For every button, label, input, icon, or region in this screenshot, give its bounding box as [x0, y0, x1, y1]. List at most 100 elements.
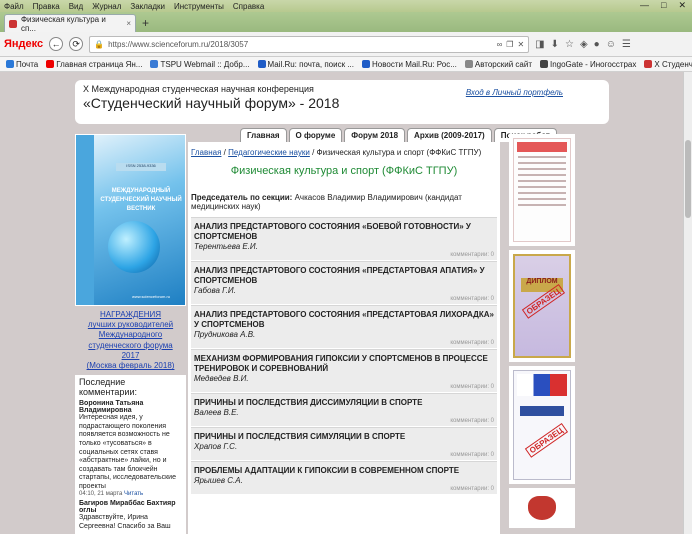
comments-heading: Последние комментарии:: [79, 377, 137, 398]
favicon-icon: [9, 19, 17, 28]
bookmark-item[interactable]: Почта: [6, 60, 38, 69]
maximize-button[interactable]: □: [661, 0, 666, 11]
bookmark-item[interactable]: TSPU Webmail :: Добр...: [150, 60, 250, 69]
close-window-button[interactable]: ✕: [678, 0, 686, 11]
comment-read-link[interactable]: Читать: [124, 491, 143, 497]
url-text: https://www.scienceforum.ru/2018/3057: [108, 39, 249, 49]
certificate-image[interactable]: [509, 134, 575, 246]
article-author: Прудникова А.В.: [194, 330, 256, 339]
article-title-link[interactable]: АНАЛИЗ ПРЕДСТАРТОВОГО СОСТОЯНИЯ «БОЕВОЙ …: [194, 222, 494, 242]
nav-archive[interactable]: Архив (2009-2017): [407, 128, 492, 142]
new-tab-button[interactable]: +: [142, 16, 149, 30]
comment-text: Интересная идея, у подрастающего поколен…: [79, 414, 176, 490]
menu-icon[interactable]: ☰: [622, 39, 631, 50]
emblem-icon: [528, 496, 556, 520]
journal-cover-image[interactable]: ISSN 2538-9336 МЕЖДУНАРОДНЫЙ СТУДЕНЧЕСКИ…: [75, 134, 186, 306]
breadcrumb-category[interactable]: Педагогические науки: [228, 148, 310, 157]
chat-icon[interactable]: ●: [594, 39, 600, 50]
breadcrumb-home[interactable]: Главная: [191, 148, 221, 157]
bookmarks-bar: Почта Главная страница Ян... TSPU Webmai…: [0, 57, 692, 72]
article-title-link[interactable]: ПРИЧИНЫ И ПОСЛЕДСТВИЯ СИМУЛЯЦИИ В СПОРТЕ: [194, 432, 494, 442]
download-icon[interactable]: ⬇: [551, 39, 559, 50]
chair-label: Председатель по секции:: [191, 193, 293, 202]
bookmark-item[interactable]: IngoGate - Иногосстрах: [539, 60, 636, 69]
recent-comments: Последние комментарии: Воронина Татьяна …: [75, 375, 186, 534]
reload-icon[interactable]: ⟳: [69, 37, 84, 51]
extension-icon[interactable]: ◨: [535, 39, 544, 50]
comment-text: Здравствуйте, Ирина Сергеевна! Спасибо з…: [79, 514, 171, 530]
nav-forum-2018[interactable]: Форум 2018: [344, 128, 406, 142]
clear-icon[interactable]: ✕: [517, 40, 524, 49]
list-item: АНАЛИЗ ПРЕДСТАРТОВОГО СОСТОЯНИЯ «ПРЕДСТА…: [191, 261, 497, 304]
bookmark-item[interactable]: Авторский сайт: [464, 60, 532, 69]
menu-tools[interactable]: Инструменты: [174, 2, 224, 11]
letter-image[interactable]: ОБРАЗЕЦ: [509, 366, 575, 484]
article-author: Валеев В.Е.: [194, 408, 239, 417]
awards-link[interactable]: НАГРАЖДЕНИЯ лучших руководителей Междуна…: [75, 310, 186, 372]
cover-issn: ISSN 2538-9336: [116, 163, 166, 171]
bookmark-item[interactable]: Mail.Ru: почта, поиск ...: [257, 60, 354, 69]
page-viewport: X Международная студенческая научная кон…: [0, 72, 683, 534]
article-title-link[interactable]: ПРОБЛЕМЫ АДАПТАЦИИ К ГИПОКСИИ В СОВРЕМЕН…: [194, 466, 494, 476]
article-title-link[interactable]: МЕХАНИЗМ ФОРМИРОВАНИЯ ГИПОКСИИ У СПОРТСМ…: [194, 354, 494, 374]
login-link[interactable]: Вход в Личный портфель: [466, 88, 563, 97]
menu-file[interactable]: Файл: [4, 2, 24, 11]
browser-tab[interactable]: Физическая культура и сп... ×: [4, 14, 136, 33]
scrollbar-thumb[interactable]: [685, 140, 691, 218]
list-item: ПРИЧИНЫ И ПОСЛЕДСТВИЯ СИМУЛЯЦИИ В СПОРТЕ…: [191, 427, 497, 460]
nav-home[interactable]: Главная: [240, 128, 287, 142]
article-comments[interactable]: комментарии: 0: [194, 296, 494, 302]
list-item: ПРОБЛЕМЫ АДАПТАЦИИ К ГИПОКСИИ В СОВРЕМЕН…: [191, 461, 497, 494]
forum-icon: [644, 60, 653, 68]
minimize-button[interactable]: —: [640, 0, 649, 11]
mail-icon: [6, 60, 14, 68]
forum-title: «Студенческий научный форум» - 2018: [83, 95, 340, 111]
yandex-icon: [46, 60, 55, 68]
article-comments[interactable]: комментарии: 0: [194, 252, 494, 258]
section-chair: Председатель по секции: Ачкасов Владимир…: [191, 193, 497, 211]
yandex-logo[interactable]: Яндекс: [4, 38, 43, 50]
list-item: ПРИЧИНЫ И ПОСЛЕДСТВИЯ ДИССИМУЛЯЦИИ В СПО…: [191, 393, 497, 426]
site-icon: [464, 60, 473, 68]
academy-image[interactable]: [509, 488, 575, 528]
comment-item: Багиров Мираббас Бахтияр оглы Здравствуй…: [79, 500, 182, 531]
article-list: АНАЛИЗ ПРЕДСТАРТОВОГО СОСТОЯНИЯ «БОЕВОЙ …: [191, 217, 497, 494]
shield-icon[interactable]: ◈: [580, 39, 588, 50]
smile-icon[interactable]: ☺: [606, 39, 616, 50]
comment-author[interactable]: Воронина Татьяна Владимировна: [79, 400, 182, 414]
copy-icon[interactable]: ❐: [506, 40, 513, 49]
nav-about[interactable]: О форуме: [288, 128, 343, 142]
bookmark-item[interactable]: Главная страница Ян...: [46, 60, 142, 69]
right-sidebar: ДИПЛОМ ОБРАЗЕЦ ОБРАЗЕЦ: [509, 134, 575, 532]
article-comments[interactable]: комментарии: 0: [194, 340, 494, 346]
star-icon[interactable]: ☆: [565, 39, 574, 50]
comment-author[interactable]: Багиров Мираббас Бахтияр оглы: [79, 500, 182, 514]
article-title-link[interactable]: ПРИЧИНЫ И ПОСЛЕДСТВИЯ ДИССИМУЛЯЦИИ В СПО…: [194, 398, 494, 408]
menu-help[interactable]: Справка: [233, 2, 264, 11]
article-author: Габова Г.И.: [194, 286, 236, 295]
menu-view[interactable]: Вид: [69, 2, 83, 11]
comment-item: Воронина Татьяна Владимировна Интересная…: [79, 400, 182, 497]
menu-edit[interactable]: Правка: [33, 2, 60, 11]
article-title-link[interactable]: АНАЛИЗ ПРЕДСТАРТОВОГО СОСТОЯНИЯ «ПРЕДСТА…: [194, 266, 494, 286]
news-icon: [362, 60, 370, 68]
menu-history[interactable]: Журнал: [92, 2, 121, 11]
article-comments[interactable]: комментарии: 0: [194, 418, 494, 424]
article-title-link[interactable]: АНАЛИЗ ПРЕДСТАРТОВОГО СОСТОЯНИЯ «ПРЕДСТА…: [194, 310, 494, 330]
back-icon[interactable]: ←: [49, 37, 64, 51]
menu-bookmarks[interactable]: Закладки: [130, 2, 165, 11]
diploma-image[interactable]: ДИПЛОМ ОБРАЗЕЦ: [509, 250, 575, 362]
article-comments[interactable]: комментарии: 0: [194, 452, 494, 458]
list-item: АНАЛИЗ ПРЕДСТАРТОВОГО СОСТОЯНИЯ «БОЕВОЙ …: [191, 217, 497, 260]
url-field[interactable]: 🔒 https://www.scienceforum.ru/2018/3057 …: [89, 35, 530, 53]
article-comments[interactable]: комментарии: 0: [194, 384, 494, 390]
bookmark-item[interactable]: Новости Mail.Ru: Рос...: [362, 60, 457, 69]
cover-publisher: www.scienceforum.ru: [132, 294, 171, 299]
close-tab-icon[interactable]: ×: [126, 19, 131, 28]
breadcrumb: Главная / Педагогические науки / Физичес…: [191, 148, 482, 157]
article-author: Медведев В.И.: [194, 374, 249, 383]
bookmark-item[interactable]: X Студенческий науч...: [644, 60, 692, 69]
glasses-icon[interactable]: ∞: [497, 40, 503, 49]
article-comments[interactable]: комментарии: 0: [194, 486, 494, 492]
list-item: МЕХАНИЗМ ФОРМИРОВАНИЯ ГИПОКСИИ У СПОРТСМ…: [191, 349, 497, 392]
